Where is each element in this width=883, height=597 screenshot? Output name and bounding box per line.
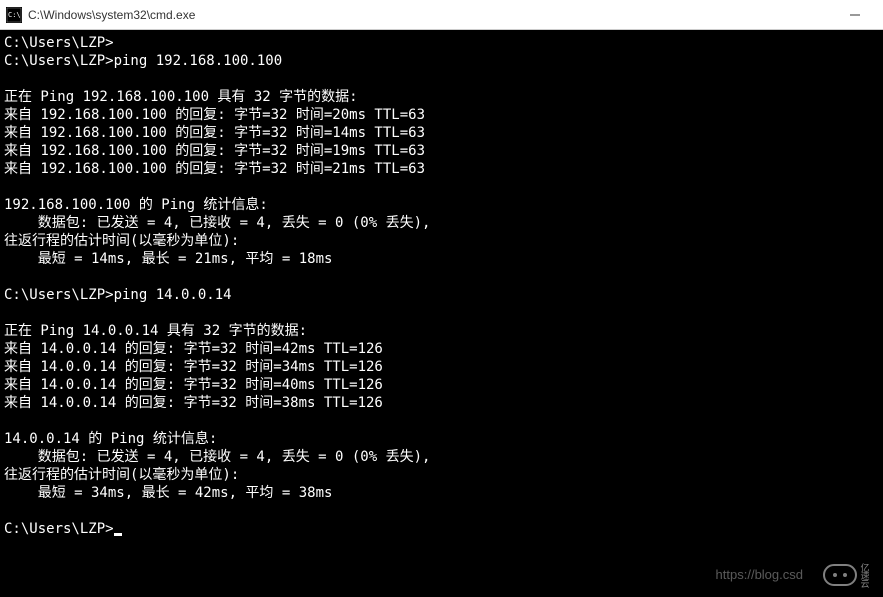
terminal-line: 来自 192.168.100.100 的回复: 字节=32 时间=20ms TT… bbox=[4, 107, 425, 123]
window-controls bbox=[832, 0, 877, 29]
terminal-line: 来自 14.0.0.14 的回复: 字节=32 时间=40ms TTL=126 bbox=[4, 377, 383, 393]
terminal-line: 来自 14.0.0.14 的回复: 字节=32 时间=42ms TTL=126 bbox=[4, 341, 383, 357]
terminal-line: C:\Users\LZP> bbox=[4, 35, 114, 51]
terminal-line: 最短 = 14ms, 最长 = 21ms, 平均 = 18ms bbox=[4, 251, 332, 267]
window-titlebar: C:\ C:\Windows\system32\cmd.exe bbox=[0, 0, 883, 30]
terminal-line: 14.0.0.14 的 Ping 统计信息: bbox=[4, 431, 217, 447]
terminal-prompt: C:\Users\LZP> bbox=[4, 521, 114, 537]
logo-label: 亿速云 bbox=[859, 563, 872, 587]
terminal-line: C:\Users\LZP>ping 192.168.100.100 bbox=[4, 53, 282, 69]
terminal-line: 最短 = 34ms, 最长 = 42ms, 平均 = 38ms bbox=[4, 485, 332, 501]
terminal-line: 192.168.100.100 的 Ping 统计信息: bbox=[4, 197, 268, 213]
window-title: C:\Windows\system32\cmd.exe bbox=[28, 8, 832, 22]
terminal-line: 正在 Ping 14.0.0.14 具有 32 字节的数据: bbox=[4, 323, 307, 339]
terminal-output[interactable]: C:\Users\LZP> C:\Users\LZP>ping 192.168.… bbox=[0, 30, 883, 597]
svg-text:C:\: C:\ bbox=[8, 11, 21, 19]
minimize-button[interactable] bbox=[832, 0, 877, 29]
terminal-line: 来自 192.168.100.100 的回复: 字节=32 时间=19ms TT… bbox=[4, 143, 425, 159]
terminal-line: 来自 192.168.100.100 的回复: 字节=32 时间=21ms TT… bbox=[4, 161, 425, 177]
cloud-icon bbox=[823, 564, 857, 586]
terminal-line: 来自 14.0.0.14 的回复: 字节=32 时间=34ms TTL=126 bbox=[4, 359, 383, 375]
logo-watermark: 亿速云 bbox=[819, 561, 875, 589]
terminal-line: C:\Users\LZP>ping 14.0.0.14 bbox=[4, 287, 232, 303]
terminal-line: 数据包: 已发送 = 4, 已接收 = 4, 丢失 = 0 (0% 丢失), bbox=[4, 215, 430, 231]
terminal-line: 数据包: 已发送 = 4, 已接收 = 4, 丢失 = 0 (0% 丢失), bbox=[4, 449, 430, 465]
terminal-line: 来自 192.168.100.100 的回复: 字节=32 时间=14ms TT… bbox=[4, 125, 425, 141]
terminal-line: 往返行程的估计时间(以毫秒为单位): bbox=[4, 467, 239, 483]
watermark-text: https://blog.csd bbox=[716, 567, 803, 582]
cmd-icon: C:\ bbox=[6, 7, 22, 23]
terminal-line: 正在 Ping 192.168.100.100 具有 32 字节的数据: bbox=[4, 89, 358, 105]
terminal-line: 来自 14.0.0.14 的回复: 字节=32 时间=38ms TTL=126 bbox=[4, 395, 383, 411]
terminal-cursor bbox=[114, 533, 122, 536]
terminal-line: 往返行程的估计时间(以毫秒为单位): bbox=[4, 233, 239, 249]
